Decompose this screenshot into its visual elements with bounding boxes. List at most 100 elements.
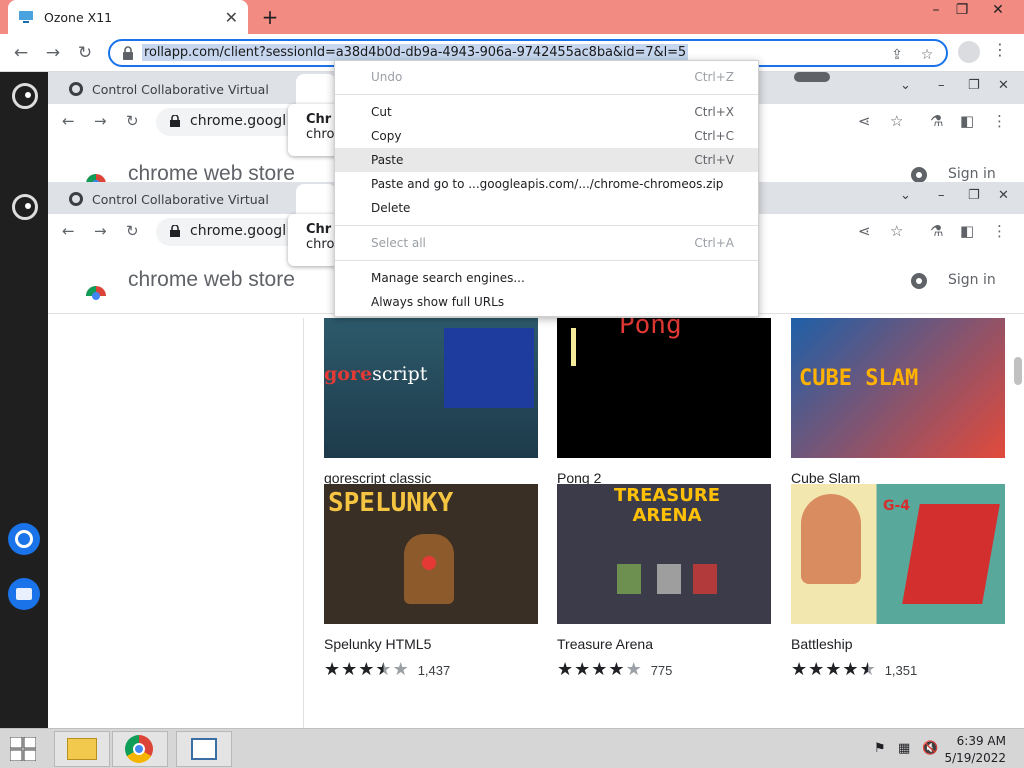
menu-kebab-icon[interactable]: ⋮ [992,112,1007,130]
sidepanel-icon[interactable]: ◧ [960,222,974,240]
gear-icon[interactable] [908,270,930,292]
drag-handle-pill[interactable] [794,72,830,82]
file-explorer-task[interactable] [54,731,110,767]
clock-time[interactable]: 6:39 AM [950,734,1006,748]
game-thumbnail[interactable]: SPELUNKY [324,484,538,624]
outer-tab-strip: Ozone X11 ✕ + – ❐ ✕ [0,0,1024,34]
menu-kebab-icon[interactable]: ⋮ [992,222,1007,240]
lock-icon [170,115,180,127]
game-thumbnail[interactable]: TREASURE ARENA [557,484,771,624]
close-window-button[interactable]: ✕ [982,2,1014,22]
share-icon[interactable]: ⇪ [888,47,906,65]
inner-tab-control[interactable]: Control Collaborative Virtual [58,74,288,104]
game-thumbnail[interactable]: CUBE SLAM [791,318,1005,458]
chevron-down-icon[interactable]: ⌄ [900,78,911,93]
sign-in-link[interactable]: Sign in [948,166,996,182]
extensions-icon[interactable]: ⚗ [930,222,943,240]
share-icon[interactable]: ⋖ [858,222,871,240]
reload-icon[interactable]: ↻ [126,112,139,130]
thumb-text: SPELUNKY [328,488,454,518]
star-icon: ★ [825,659,842,680]
game-name[interactable]: Treasure Arena [557,636,771,652]
star-icon: ★ [392,659,409,680]
bookmark-star-icon[interactable]: ☆ [890,112,903,130]
back-icon[interactable]: ← [62,112,75,130]
inner-tab-webstore-2[interactable] [296,184,336,214]
chrome-task[interactable] [112,731,168,767]
flag-icon[interactable]: ⚑ [874,741,890,757]
star-icon: ★ [808,659,825,680]
menu-item-label: Paste [371,153,404,167]
inner-minimize[interactable]: – [938,78,945,93]
inner-close[interactable]: ✕ [998,188,1009,203]
inner-tab-webstore[interactable] [296,74,336,104]
reload-icon[interactable]: ↻ [74,42,96,64]
sign-in-link[interactable]: Sign in [948,272,996,288]
game-card[interactable]: G-4 Battleship ★★★★★ 1,351 [791,484,1005,679]
url-text[interactable]: rollapp.com/client?sessionId=a38d4b0d-db… [142,44,689,61]
reload-icon[interactable]: ↻ [126,222,139,240]
game-name[interactable]: Battleship [791,636,1005,652]
network-icon[interactable]: ▦ [898,741,914,757]
rating-count: 1,351 [884,662,918,678]
scrollbar-thumb[interactable] [1014,357,1022,385]
app-window-task[interactable] [176,731,232,767]
close-icon[interactable]: ✕ [225,8,238,27]
forward-icon[interactable]: → [94,222,107,240]
menu-kebab-icon[interactable]: ⋮ [992,40,1008,59]
context-menu: Undo Ctrl+Z Cut Ctrl+X Copy Ctrl+C Paste Ctr… [334,60,759,317]
windows-start-icon[interactable] [10,737,36,761]
game-card[interactable]: SPELUNKY Spelunky HTML5 ★★★★★ 1,437 [324,484,538,679]
bookmark-star-icon[interactable]: ☆ [918,47,936,65]
new-tab-button[interactable]: + [258,5,282,29]
outer-tab-ozone[interactable]: Ozone X11 ✕ [8,0,248,34]
star-icon: ★ [608,659,625,680]
menu-shortcut: Ctrl+X [694,105,734,119]
menu-item-manage-search-engines[interactable]: Manage search engines... [335,266,758,290]
game-thumbnail[interactable]: Pong [557,318,771,458]
menu-item-paste[interactable]: Paste Ctrl+V [335,148,758,172]
menu-separator [335,225,758,226]
files-app-icon[interactable] [8,578,40,610]
back-icon[interactable]: ← [10,42,32,64]
game-card[interactable]: TREASURE ARENA Treasure Arena ★★★★★ 775 [557,484,771,679]
launcher-button-1[interactable] [12,83,38,109]
menu-item-cut[interactable]: Cut Ctrl+X [335,100,758,124]
game-thumbnail[interactable]: gorescript [324,318,538,458]
game-name[interactable]: Spelunky HTML5 [324,636,538,652]
lock-icon [170,225,180,237]
game-thumbnail[interactable]: G-4 [791,484,1005,624]
profile-avatar[interactable] [958,41,980,63]
chromium-app-icon[interactable] [8,523,40,555]
rollapp-icon [19,11,33,23]
rating: ★★★★★ 1,437 [324,661,538,679]
launcher-button-2[interactable] [12,194,38,220]
forward-icon[interactable]: → [94,112,107,130]
menu-item-paste-and-go[interactable]: Paste and go to ...googleapis.com/.../ch… [335,172,758,196]
menu-item-select-all[interactable]: Select all Ctrl+A [335,231,758,255]
menu-item-delete[interactable]: Delete [335,196,758,220]
inner-close[interactable]: ✕ [998,78,1009,93]
menu-item-undo[interactable]: Undo Ctrl+Z [335,65,758,89]
forward-icon[interactable]: → [42,42,64,64]
chevron-down-icon[interactable]: ⌄ [900,188,911,203]
inner-restore[interactable]: ❐ [968,78,980,93]
inner-restore[interactable]: ❐ [968,188,980,203]
inner-tab-control-2[interactable]: Control Collaborative Virtual [58,184,288,214]
taskbar: ⚑ ▦ 🔇 6:39 AM 5/19/2022 [0,728,1024,768]
bookmark-star-icon[interactable]: ☆ [890,222,903,240]
sidepanel-icon[interactable]: ◧ [960,112,974,130]
menu-shortcut: Ctrl+V [694,153,734,167]
clock-date[interactable]: 5/19/2022 [944,751,1006,765]
inner-minimize[interactable]: – [938,188,945,203]
inner-url-text: chrome.googl [190,113,287,129]
extensions-icon[interactable]: ⚗ [930,112,943,130]
menu-item-show-full-urls[interactable]: Always show full URLs [335,290,758,314]
menu-item-copy[interactable]: Copy Ctrl+C [335,124,758,148]
back-icon[interactable]: ← [62,222,75,240]
restore-button[interactable]: ❐ [946,2,978,22]
volume-muted-icon[interactable]: 🔇 [922,741,938,757]
menu-item-label: Select all [371,236,426,250]
share-icon[interactable]: ⋖ [858,112,871,130]
store-title[interactable]: chrome web store [128,268,295,292]
